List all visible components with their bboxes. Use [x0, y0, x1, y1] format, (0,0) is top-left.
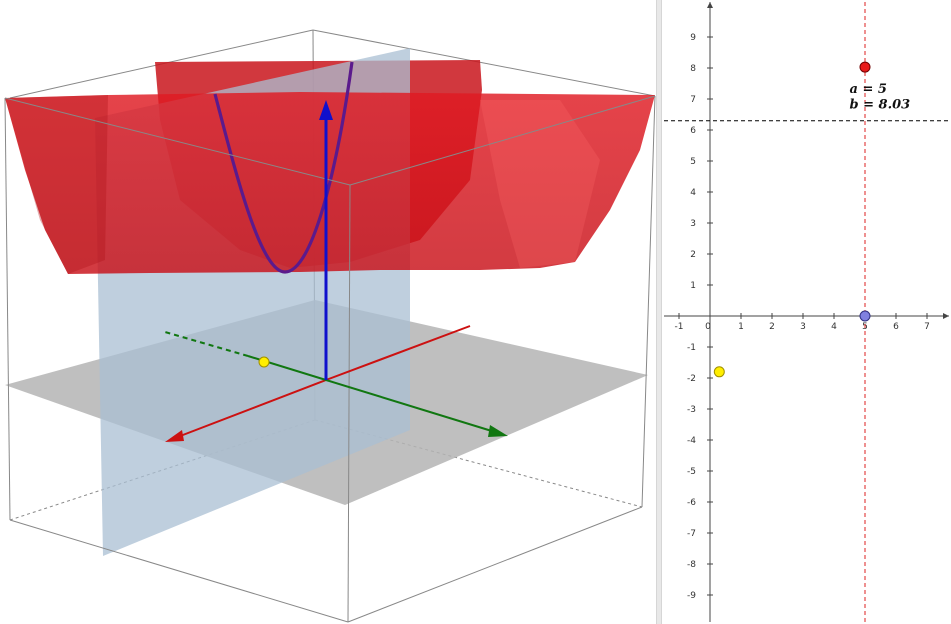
y-tick-labels: 9 8 7 6 5 4 3 2 1 -1 -2 -3 -4 -5 -6 -7 -8 -9: [687, 33, 713, 601]
point-yellow[interactable]: [713, 366, 725, 378]
y-tick-label: -7: [687, 529, 696, 539]
x-tick-label: -1: [675, 322, 684, 332]
graphics-3d-view[interactable]: [0, 0, 656, 624]
y-tick-label: 6: [690, 126, 696, 136]
graphics-3d-canvas[interactable]: [0, 0, 656, 624]
y-tick-label: -9: [687, 591, 696, 601]
point-yellow-3d[interactable]: [258, 356, 270, 368]
x-tick-label: 4: [831, 322, 837, 332]
y-tick-label: 2: [690, 250, 696, 260]
y-tick-label: 5: [690, 157, 696, 167]
axes-2d: [664, 2, 949, 622]
label-b: b = 8.03: [850, 97, 911, 112]
y-tick-label: 9: [690, 33, 696, 43]
x-axis-arrow-icon: [943, 313, 949, 319]
y-tick-label: -4: [687, 436, 696, 446]
graphics-2d-view[interactable]: -1 0 1 2 3 4 5 6 7 9 8 7 6 5 4 3 2 1 -1 -2 -3 -4 -5 -6 -7 -8 -9 a…: [662, 0, 951, 624]
x-tick-label: 1: [738, 322, 744, 332]
graphics-2d-canvas[interactable]: -1 0 1 2 3 4 5 6 7 9 8 7 6 5 4 3 2 1 -1 -2 -3 -4 -5 -6 -7 -8 -9 a…: [662, 0, 951, 624]
y-tick-label: 8: [690, 64, 696, 74]
y-tick-label: -5: [687, 467, 696, 477]
x-tick-label: 7: [924, 322, 930, 332]
x-tick-label: 3: [800, 322, 806, 332]
y-tick-label: 4: [690, 188, 696, 198]
surface-shade-left: [5, 95, 108, 274]
y-tick-label: -6: [687, 498, 696, 508]
y-tick-label: -2: [687, 374, 696, 384]
y-tick-label: -1: [687, 343, 696, 353]
x-tick-label: 0: [705, 322, 711, 332]
x-tick-label: 6: [893, 322, 899, 332]
y-tick-label: 7: [690, 95, 696, 105]
label-a: a = 5: [850, 82, 887, 97]
geogebra-app: -1 0 1 2 3 4 5 6 7 9 8 7 6 5 4 3 2 1 -1 -2 -3 -4 -5 -6 -7 -8 -9 a…: [0, 0, 951, 624]
x-tick-label: 2: [769, 322, 775, 332]
point-blue[interactable]: [859, 310, 871, 322]
y-tick-label: -8: [687, 560, 696, 570]
y-tick-label: 3: [690, 219, 696, 229]
y-axis-arrow-icon: [707, 2, 713, 8]
y-tick-label: -3: [687, 405, 696, 415]
y-tick-label: 1: [690, 281, 696, 291]
point-red[interactable]: [859, 61, 871, 73]
